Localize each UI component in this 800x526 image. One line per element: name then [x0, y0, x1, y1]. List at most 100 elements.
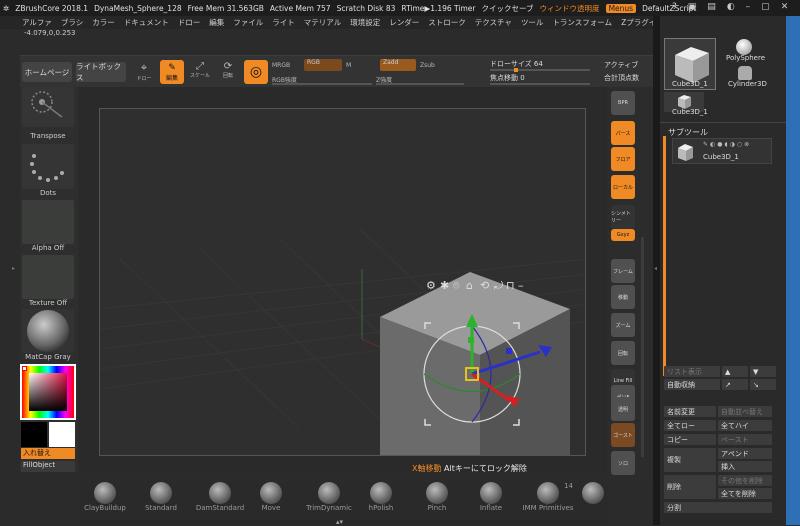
solo-button[interactable]: ソロ [611, 451, 635, 475]
mrgb-toggle[interactable]: MRGB [272, 62, 290, 69]
brush-claybuildup[interactable]: ClayBuildup [84, 482, 126, 512]
primary-color-swatch[interactable] [21, 422, 47, 447]
auto-reorder-button[interactable]: 自動並べ替え [718, 406, 772, 417]
subtool-visibility-icon[interactable]: ✎◐●◖◑○⊗ [703, 141, 751, 148]
gxyz-button[interactable]: Gxyz [611, 229, 635, 241]
cylinder-icon[interactable] [738, 66, 752, 80]
all-high-button[interactable]: 全てハイ [718, 420, 772, 431]
menu-item[interactable]: レンダー [389, 17, 419, 28]
zadd-toggle[interactable]: Zadd [380, 59, 416, 71]
ghost-button[interactable]: ゴースト [611, 423, 635, 447]
settings-icon[interactable]: ◐ [727, 2, 735, 12]
brush-damstandard[interactable]: DamStandard [194, 482, 246, 512]
menu-item[interactable]: ドロー [178, 17, 201, 28]
texture-thumb[interactable] [22, 255, 74, 299]
rgb-toggle[interactable]: RGB [304, 59, 342, 71]
menu-item[interactable]: カラー [92, 17, 115, 28]
rotate-view-button[interactable]: 回転 [611, 341, 635, 365]
focal-shift-track[interactable] [490, 83, 590, 85]
menu-item[interactable]: マテリアル [304, 17, 341, 28]
delete-others-button[interactable]: その他を削除 [718, 475, 772, 486]
polysphere-label[interactable]: PolySphere [726, 54, 765, 62]
dots-stroke-thumb[interactable] [22, 144, 74, 189]
secondary-color-swatch[interactable] [49, 422, 75, 447]
frame-button[interactable]: フレーム [611, 259, 635, 283]
symmetry-button[interactable]: シンメトリー [611, 205, 635, 229]
menu-item[interactable]: ブラシ [61, 17, 83, 28]
transparent-button[interactable]: 透明 [611, 397, 635, 421]
menu-item[interactable]: Zプラグイン [621, 17, 655, 28]
append-button[interactable]: アペンド [718, 448, 772, 459]
floor-button[interactable]: フロア [611, 147, 635, 171]
rgb-intensity-track[interactable] [272, 83, 372, 85]
home-page-button[interactable]: ホームページ [22, 62, 72, 82]
list-show-button[interactable]: リスト表示 [664, 366, 720, 377]
menu-item[interactable]: ファイル [233, 17, 263, 28]
move-up-arrow-icon[interactable]: ▲ [722, 366, 748, 377]
scale-button[interactable]: ⤢ スケール [188, 61, 212, 83]
subtool-title[interactable]: サブツール [668, 127, 708, 138]
lightbox-button[interactable]: ライトボックス [76, 62, 126, 82]
copy-button[interactable]: コピー [664, 434, 716, 445]
focal-shift-slider[interactable]: 焦点移動 0 [490, 73, 525, 83]
z-intensity-track[interactable] [376, 83, 464, 85]
transpose-brush-thumb[interactable] [22, 87, 74, 127]
rename-button[interactable]: 名前変更 [664, 406, 716, 417]
subtool-scrollbar[interactable] [663, 136, 666, 376]
right-shelf-scrollbar[interactable] [641, 237, 644, 457]
all-low-button[interactable]: 全てロー [664, 420, 716, 431]
transparency-button[interactable]: ウィンドウ透明度 [540, 3, 600, 14]
local-button[interactable]: ローカル [611, 175, 635, 199]
menu-item[interactable]: ストローク [428, 17, 466, 28]
left-tray-arrow-icon[interactable]: ▸ [12, 265, 15, 272]
delete-all-button[interactable]: 全てを削除 [718, 488, 772, 499]
brush-extra[interactable] [580, 482, 606, 504]
quicksave-button[interactable]: クイックセーブ [482, 3, 534, 14]
menu-item[interactable]: テクスチャ [475, 17, 512, 28]
arrow-up-icon[interactable]: ↗ [722, 379, 748, 390]
alpha-thumb[interactable] [22, 200, 74, 244]
brush-move[interactable]: Move [250, 482, 292, 512]
brush-standard[interactable]: Standard [140, 482, 182, 512]
auto-collapse-button[interactable]: 自動収納 [664, 379, 720, 390]
color-picker[interactable] [20, 364, 76, 420]
matcap-thumb[interactable] [22, 309, 74, 353]
menu-item[interactable]: ドキュメント [124, 17, 169, 28]
color-square[interactable] [29, 373, 67, 411]
bpr-button[interactable]: BPR [611, 91, 635, 115]
menu-item[interactable]: アルファ [22, 17, 52, 28]
zoom-view-button[interactable]: ズーム [611, 313, 635, 337]
draw-size-track[interactable] [490, 68, 590, 72]
brush-inflate[interactable]: Inflate [470, 482, 512, 512]
draw-pointer-button[interactable]: ⌖ ドロー [132, 61, 156, 83]
duplicate-button[interactable]: 複製 [664, 448, 716, 472]
menu-item[interactable]: ツール [521, 17, 544, 28]
paste-button[interactable]: ペースト [718, 434, 772, 445]
edit-mode-button[interactable]: ✎ 編集 [160, 60, 184, 84]
split-button[interactable]: 分割 [664, 502, 772, 513]
help-icon[interactable]: ? [672, 2, 677, 12]
minimize-icon[interactable]: – [746, 2, 751, 12]
layout-icon[interactable]: ▣ [688, 2, 697, 12]
polysphere-icon[interactable] [736, 39, 752, 55]
menu-item[interactable]: 環境設定 [350, 17, 380, 28]
m-toggle[interactable]: M [346, 62, 351, 69]
zsub-toggle[interactable]: Zsub [420, 62, 435, 69]
menu-item[interactable]: 編集 [209, 17, 224, 28]
fill-object-button[interactable]: FillObject [21, 461, 75, 472]
right-tray-arrow-icon[interactable]: ◂ [654, 265, 657, 272]
delete-button[interactable]: 削除 [664, 475, 716, 499]
rotate-button[interactable]: ⟳ 回転 [216, 61, 240, 83]
menu-item[interactable]: ライト [272, 17, 295, 28]
swap-colors-button[interactable]: 入れ替え [21, 448, 75, 459]
menus-button[interactable]: Menus [605, 3, 637, 13]
menu-item[interactable]: トランスフォーム [552, 17, 612, 28]
move-down-arrow-icon[interactable]: ▼ [750, 366, 776, 377]
maximize-icon[interactable]: ▢ [761, 2, 770, 12]
gizmo-button[interactable]: ◎ [244, 60, 268, 84]
brush-pinch[interactable]: Pinch [416, 482, 458, 512]
document-canvas[interactable]: ⚙ ✱ ⌾ ⌂ ⟲ ⤾ ⊓ – [99, 108, 586, 456]
cube-mesh[interactable] [380, 272, 570, 456]
perspective-button[interactable]: パース [611, 121, 635, 145]
palette-icon[interactable]: ▤ [707, 2, 716, 12]
